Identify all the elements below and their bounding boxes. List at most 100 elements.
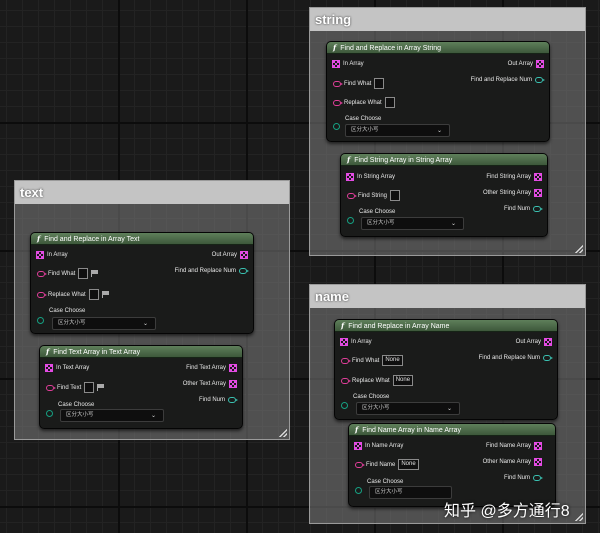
pin-label: Find Text [57, 384, 82, 391]
find-what-input[interactable] [78, 268, 89, 279]
node-find-name-array[interactable]: f Find Name Array in Name Array In Name A… [348, 423, 556, 507]
int-pin-icon [228, 397, 238, 403]
function-icon: f [341, 321, 345, 330]
pin-label: Other Text Array [182, 381, 226, 387]
pin-in-text-array[interactable]: In Text Array [45, 364, 90, 372]
node-title: Find String Array in String Array [354, 157, 453, 164]
resize-handle-icon[interactable] [279, 429, 287, 437]
pin-find-replace-num[interactable]: Find and Replace Num [478, 354, 553, 362]
pin-replace-what[interactable]: Replace What None [341, 375, 414, 386]
function-icon: f [347, 155, 351, 164]
dropdown-value: 区分大小写 [375, 489, 403, 495]
localize-flag-icon[interactable] [97, 384, 105, 391]
find-name-input[interactable]: None [398, 459, 419, 470]
pin-find-string[interactable]: Find String [347, 190, 401, 201]
pin-out-array[interactable]: Out Array [212, 251, 248, 259]
pin-find-what[interactable]: Find What [333, 78, 385, 89]
pin-replace-what[interactable]: Replace What [37, 289, 110, 300]
replace-what-input[interactable] [384, 97, 395, 108]
case-choose-dropdown[interactable]: 区分大小写 ⌄ [361, 217, 464, 230]
pin-find-num[interactable]: Find Num [199, 396, 238, 404]
pin-find-what[interactable]: Find What None [341, 355, 403, 366]
pin-find-text-array[interactable]: Find Text Array [186, 364, 237, 372]
localize-flag-icon[interactable] [91, 270, 99, 277]
node-header[interactable]: f Find String Array in String Array [341, 154, 547, 166]
pin-find-text[interactable]: Find Text [46, 382, 105, 393]
case-choose-dropdown[interactable]: 区分大小写 ⌄ [52, 317, 156, 330]
case-choose-dropdown[interactable]: 区分大小写 ⌄ [345, 124, 450, 137]
enum-pin-icon[interactable] [347, 217, 354, 224]
pin-find-replace-num[interactable]: Find and Replace Num [175, 267, 249, 275]
pin-label: In Text Array [56, 365, 90, 371]
node-find-text-array[interactable]: f Find Text Array in Text Array In Text A… [39, 345, 243, 429]
case-choose-dropdown[interactable]: 区分大小写 ⌄ [356, 402, 460, 415]
enum-pin-icon[interactable] [37, 317, 44, 324]
find-what-input[interactable]: None [382, 355, 403, 366]
comment-title[interactable]: string [310, 8, 585, 31]
node-header[interactable]: f Find and Replace in Array Name [335, 320, 557, 332]
pin-other-name-array[interactable]: Other Name Array [483, 458, 542, 466]
resize-handle-icon[interactable] [575, 513, 583, 521]
find-what-input[interactable] [374, 78, 385, 89]
node-header[interactable]: f Find and Replace in Array Text [31, 233, 253, 245]
node-find-replace-array-text[interactable]: f Find and Replace in Array Text In Array… [30, 232, 254, 334]
dropdown-value: 区分大小写 [367, 220, 395, 226]
pin-label: Find and Replace Num [478, 355, 540, 361]
pin-out-array[interactable]: Out Array [508, 60, 544, 68]
node-find-string-array[interactable]: f Find String Array in String Array In St… [340, 153, 548, 237]
pin-label: Find String [358, 192, 388, 199]
chevron-down-icon: ⌄ [450, 221, 456, 227]
int-pin-icon [533, 475, 543, 481]
case-choose-dropdown[interactable]: 区分大小写 ⌄ [60, 409, 164, 422]
pin-out-array[interactable]: Out Array [515, 338, 552, 346]
pin-find-replace-num[interactable]: Find and Replace Num [471, 76, 545, 84]
chevron-down-icon: ⌄ [150, 413, 156, 419]
pin-in-array[interactable]: In Array [36, 251, 68, 259]
array-pin-icon [346, 173, 354, 181]
replace-what-input[interactable] [88, 289, 99, 300]
find-string-input[interactable] [390, 190, 401, 201]
node-header[interactable]: f Find Text Array in Text Array [40, 346, 242, 358]
enum-pin-icon[interactable] [341, 402, 348, 409]
pin-in-name-array[interactable]: In Name Array [354, 442, 403, 450]
pin-in-string-array[interactable]: In String Array [346, 173, 395, 181]
pin-label: Find Name Array [485, 443, 531, 449]
array-pin-icon [229, 364, 237, 372]
node-title: Find and Replace in Array Name [348, 323, 450, 330]
node-title: Find and Replace in Array Text [44, 236, 140, 243]
pin-other-text-array[interactable]: Other Text Array [182, 380, 237, 388]
resize-handle-icon[interactable] [575, 245, 583, 253]
enum-pin-icon[interactable] [46, 410, 53, 417]
comment-title[interactable]: name [310, 285, 585, 308]
enum-pin-icon[interactable] [333, 123, 340, 130]
enum-pin-icon[interactable] [355, 487, 362, 494]
pin-find-num[interactable]: Find Num [504, 205, 543, 213]
node-find-replace-array-name[interactable]: f Find and Replace in Array Name In Array… [334, 319, 558, 420]
node-title: Find Text Array in Text Array [53, 349, 141, 356]
case-choose-dropdown[interactable]: 区分大小写 [369, 486, 452, 499]
pin-in-array[interactable]: In Array [340, 338, 372, 346]
pin-find-string-array[interactable]: Find String Array [486, 173, 542, 181]
pin-find-name[interactable]: Find Name None [355, 459, 419, 470]
node-header[interactable]: f Find and Replace in Array String [327, 42, 549, 54]
replace-what-input[interactable]: None [392, 375, 414, 386]
text-pin-icon [46, 384, 56, 391]
localize-flag-icon[interactable] [101, 291, 110, 298]
int-pin-icon [543, 355, 553, 361]
case-choose-label: Case Choose [367, 479, 404, 485]
pin-label: Out Array [515, 339, 541, 345]
pin-other-string-array[interactable]: Other String Array [483, 189, 542, 197]
pin-find-num[interactable]: Find Num [504, 474, 543, 482]
pin-replace-what[interactable]: Replace What [333, 97, 395, 108]
node-header[interactable]: f Find Name Array in Name Array [349, 424, 555, 436]
comment-title[interactable]: text [15, 181, 289, 204]
pin-find-name-array[interactable]: Find Name Array [485, 442, 542, 450]
array-pin-icon [354, 442, 362, 450]
find-text-input[interactable] [84, 382, 95, 393]
node-find-replace-array-string[interactable]: f Find and Replace in Array String In Arr… [326, 41, 550, 142]
pin-find-what[interactable]: Find What [37, 268, 99, 279]
text-pin-icon [37, 291, 47, 298]
pin-in-array[interactable]: In Array [332, 60, 364, 68]
function-icon: f [46, 347, 50, 356]
array-pin-icon [534, 442, 542, 450]
